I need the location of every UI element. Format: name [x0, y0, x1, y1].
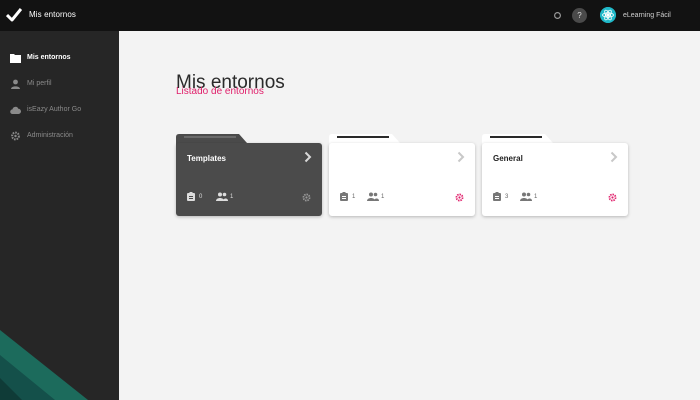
environment-card[interactable]: Templates 0 1	[176, 134, 322, 217]
sidebar-item-administracion[interactable]: Administración	[0, 128, 119, 144]
chevron-right-icon[interactable]	[457, 151, 465, 163]
gear-icon[interactable]	[302, 193, 311, 202]
folder-tab-bar	[184, 136, 236, 138]
folder-icon	[10, 54, 21, 63]
sidebar-item-label: Administración	[27, 132, 73, 139]
course-count: 0	[199, 194, 203, 200]
user-count: 1	[230, 194, 234, 200]
chevron-right-icon[interactable]	[304, 151, 312, 163]
clipboard-icon	[187, 192, 195, 201]
users-icon	[216, 192, 228, 201]
avatar[interactable]	[600, 7, 616, 23]
sidebar-item-mis-entornos[interactable]: Mis entornos	[0, 50, 119, 66]
environment-card[interactable]: General 3 1	[482, 134, 628, 217]
sidebar-item-mi-perfil[interactable]: Mi perfil	[0, 76, 119, 92]
page-subtitle: Listado de entornos	[176, 86, 264, 97]
users-icon	[520, 192, 532, 201]
environment-card[interactable]: 1 1	[329, 134, 475, 217]
sidebar-item-label: isEazy Author Go	[27, 106, 82, 113]
environment-name: Templates	[187, 154, 226, 163]
settings-icon[interactable]	[553, 11, 562, 20]
help-button[interactable]: ?	[572, 8, 587, 23]
checkmark-logo-icon[interactable]	[6, 7, 22, 23]
sidebar: Mis entornos Mi perfil isEazy Author Go …	[0, 31, 119, 400]
top-bar: Mis entornos ? eLearning Fácil	[0, 0, 700, 31]
clipboard-icon	[493, 192, 501, 201]
gear-icon[interactable]	[455, 193, 464, 202]
sidebar-item-label: Mi perfil	[27, 80, 52, 87]
user-count: 1	[534, 194, 538, 200]
sidebar-item-label: Mis entornos	[27, 54, 71, 61]
sidebar-item-iseazy-author-go[interactable]: isEazy Author Go	[0, 102, 119, 118]
card-body	[329, 143, 475, 216]
chevron-right-icon[interactable]	[610, 151, 618, 163]
user-count: 1	[381, 194, 385, 200]
user-name[interactable]: eLearning Fácil	[623, 12, 671, 19]
folder-tab-bar	[490, 136, 542, 138]
course-count: 1	[352, 194, 356, 200]
gear-icon[interactable]	[608, 193, 617, 202]
app-title: Mis entornos	[29, 10, 76, 19]
cloud-icon	[10, 106, 21, 114]
folder-tab-bar	[337, 136, 389, 138]
clipboard-icon	[340, 192, 348, 201]
course-count: 3	[505, 194, 509, 200]
user-icon	[11, 79, 20, 89]
gear-icon	[11, 131, 20, 141]
users-icon	[367, 192, 379, 201]
environment-name: General	[493, 154, 523, 163]
main-content: Mis entornos Listado de entornos Templat…	[119, 31, 700, 400]
sidebar-decoration	[0, 330, 88, 400]
